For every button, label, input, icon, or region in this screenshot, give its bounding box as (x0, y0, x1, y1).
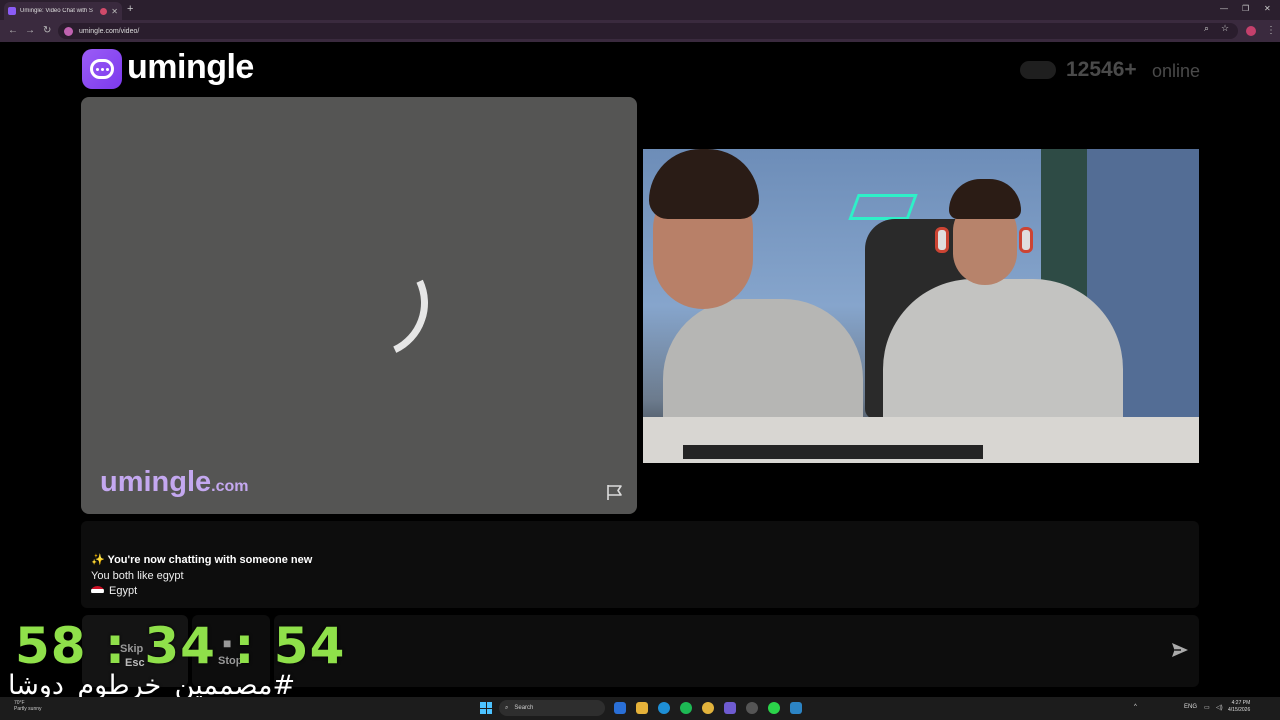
browser-tab-umingle[interactable]: Umingle: Video Chat with S ✕ (4, 2, 122, 20)
browser-tab-bar: Umingle: Video Chat with S ✕ + — ❐ ✕ (0, 0, 1280, 20)
close-window-icon[interactable]: ✕ (1264, 4, 1271, 13)
taskbar-search-label: Search (514, 705, 534, 711)
message-input[interactable] (274, 615, 1199, 687)
chat-message-common-interest: You both like egypt (91, 570, 184, 582)
clock-time: 4:27 PM (1231, 700, 1251, 706)
stream-timer: 58 : 34 : 54 (15, 617, 346, 675)
url-field[interactable]: umingle.com/video/ ⌕ ☆ (58, 23, 1238, 39)
partner-video-panel (643, 149, 1199, 463)
network-icon[interactable]: ▭ (1204, 704, 1210, 711)
volume-icon[interactable]: ◁) (1216, 704, 1223, 711)
start-icon[interactable] (480, 702, 492, 714)
online-count: 12546+ (1066, 58, 1137, 81)
zoom-icon[interactable]: ⌕ (1204, 23, 1209, 34)
umingle-logo-icon[interactable] (82, 49, 122, 89)
clock-date: 4/15/2026 (1228, 707, 1251, 713)
steam-icon[interactable] (790, 702, 802, 714)
umingle-favicon-icon (8, 7, 16, 15)
minimize-icon[interactable]: — (1220, 4, 1228, 13)
report-flag-icon[interactable] (605, 483, 625, 501)
send-icon[interactable] (1171, 641, 1189, 659)
chat-message-country: Egypt (91, 585, 137, 597)
xbox-icon[interactable] (768, 702, 780, 714)
egypt-flag-icon (91, 586, 104, 596)
spotify-icon[interactable] (680, 702, 692, 714)
forward-icon[interactable]: → (25, 25, 35, 36)
url-text: umingle.com/video/ (79, 27, 140, 35)
site-logo-text[interactable]: umingle (127, 48, 254, 87)
address-bar: ← → ↻ umingle.com/video/ ⌕ ☆ (0, 20, 1280, 42)
copilot-icon[interactable] (614, 702, 626, 714)
site-info-icon[interactable] (64, 26, 73, 36)
language-indicator[interactable]: ENG (1184, 704, 1197, 710)
edge-icon[interactable] (658, 702, 670, 714)
recording-icon (100, 7, 108, 15)
taskbar-clock[interactable]: 4:27 PM 4/15/2026 (1228, 700, 1250, 714)
neon-light-decoration (848, 194, 918, 220)
reload-icon[interactable]: ↻ (43, 25, 51, 36)
search-icon: ⌕ (505, 704, 509, 711)
profile-avatar[interactable] (1246, 26, 1256, 36)
maximize-icon[interactable]: ❐ (1242, 4, 1249, 13)
back-icon[interactable]: ← (8, 25, 18, 36)
headphone-icon (935, 227, 949, 253)
discord-icon[interactable] (724, 702, 736, 714)
country-label: Egypt (109, 585, 138, 597)
taskbar-search[interactable]: ⌕ Search (499, 700, 605, 716)
tray-overflow-icon[interactable]: ^ (1134, 704, 1137, 710)
weather-desc: Partly sunny (14, 706, 42, 712)
bookmark-star-icon[interactable]: ☆ (1221, 23, 1229, 34)
new-tab-button[interactable]: + (127, 3, 133, 15)
close-tab-icon[interactable]: ✕ (111, 7, 118, 16)
browser-menu-icon[interactable]: ⋮ (1266, 25, 1276, 36)
tab-title: Umingle: Video Chat with S (20, 8, 93, 14)
video-watermark: umingle.com (100, 466, 249, 498)
weather-widget[interactable]: 70°F Partly sunny (14, 700, 42, 712)
online-label: online (1152, 61, 1201, 81)
chat-message-new-partner: ✨ You're now chatting with someone new (91, 554, 313, 566)
obs-icon[interactable] (746, 702, 758, 714)
chrome-icon[interactable] (702, 702, 714, 714)
online-toggle[interactable] (1020, 61, 1056, 79)
file-explorer-icon[interactable] (636, 702, 648, 714)
